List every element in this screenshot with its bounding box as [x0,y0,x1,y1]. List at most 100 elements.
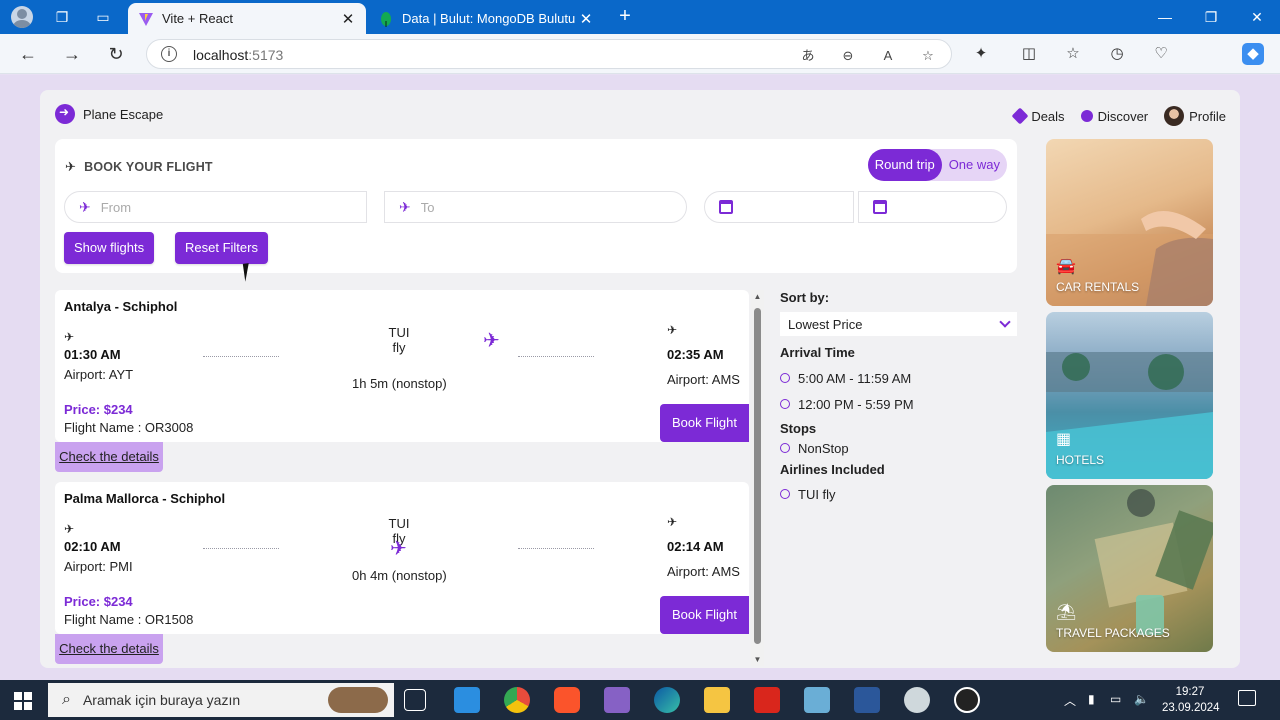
favorites-icon[interactable]: ☆ [1062,43,1084,65]
nav-deals[interactable]: Deals [1011,106,1065,126]
show-hidden-icons-icon[interactable]: ︿ [1064,692,1076,709]
zoom-out-icon[interactable]: ⊖ [839,47,857,65]
flight-list: Antalya - Schiphol ✈ 01:30 AM Airport: A… [55,290,764,666]
workspaces-icon[interactable]: ❐ [53,8,71,26]
mouse-cursor-icon [242,262,258,282]
history-icon[interactable]: ◷ [1106,43,1128,65]
arrival-option[interactable]: 5:00 AM - 11:59 AM [780,365,1017,391]
departure-icon: ✈ [64,330,75,344]
split-screen-icon[interactable]: ◫ [1018,43,1040,65]
tab-vite-react[interactable]: Vite + React ✕ [128,3,366,34]
file-explorer-icon[interactable] [704,687,730,713]
book-flight-button[interactable]: Book Flight [660,596,749,634]
scroll-down-icon[interactable]: ▼ [752,655,763,664]
departure-airport: Airport: PMI [64,559,133,574]
app-container: Plane Escape Deals Discover Profile ✈ BO… [40,90,1240,668]
read-aloud-icon[interactable]: A [879,47,897,65]
arrival-time-label: Arrival Time [780,345,855,360]
acrobat-icon[interactable] [754,687,780,713]
browser-tab-strip: ❐ ▭ Vite + React ✕ Data | Bulut: MongoDB… [0,0,1280,34]
scroll-up-icon[interactable]: ▲ [752,292,763,301]
plane-icon: ✈ [65,159,77,174]
radio-button[interactable] [780,443,790,453]
airline-option[interactable]: TUI fly [780,481,1017,507]
url-text: localhost:5173 [193,47,284,63]
radio-button[interactable] [780,373,790,383]
flight-list-scrollbar[interactable]: ▲ ▼ [751,290,764,666]
notifications-icon[interactable] [1238,690,1256,706]
to-placeholder: To [420,199,435,215]
round-trip-button[interactable]: Round trip [867,149,942,181]
travel-packages-tile[interactable]: ⛱ TRAVEL PACKAGES [1046,485,1213,652]
brave-icon[interactable] [554,687,580,713]
obs-icon[interactable] [954,687,980,713]
hotels-tile[interactable]: ▦ HOTELS [1046,312,1213,479]
tab-actions-icon[interactable]: ▭ [94,8,112,26]
browser-toolbar: ← → ↻ i localhost:5173 あ ⊖ A ☆ ✦ ◫ ☆ ◷ ♡… [0,34,1280,74]
copilot-icon[interactable]: ◆ [1242,43,1264,65]
visual-studio-icon[interactable] [604,687,630,713]
favorite-star-icon[interactable]: ☆ [919,47,937,65]
car-rentals-tile[interactable]: 🚘 CAR RENTALS [1046,139,1213,306]
tab-mongodb[interactable]: Data | Bulut: MongoDB Bulutu ✕ [368,3,604,34]
extensions-icon[interactable]: ✦ [970,43,992,65]
arrival-airport: Airport: AMS [667,372,740,387]
task-view-icon[interactable] [404,689,426,711]
book-flight-button[interactable]: Book Flight [660,404,749,442]
forward-icon[interactable]: → [60,42,84,66]
filters-sidebar: Sort by: Lowest Price Arrival Time 5:00 … [780,290,1017,507]
nav-discover[interactable]: Discover [1080,106,1148,126]
word-icon[interactable] [854,687,880,713]
taskbar-clock[interactable]: 19:27 23.09.2024 [1162,684,1220,716]
nav-profile[interactable]: Profile [1164,106,1226,126]
site-info-icon[interactable]: i [161,46,177,62]
new-tab-button[interactable]: + [614,6,636,28]
brand[interactable]: Plane Escape [55,104,163,124]
check-details-link[interactable]: Check the details [55,634,163,664]
radio-button[interactable] [780,489,790,499]
scrollbar-thumb[interactable] [754,308,761,644]
refresh-icon[interactable]: ↻ [104,42,128,66]
chrome-icon[interactable] [504,687,530,713]
close-window-icon[interactable]: ✕ [1242,6,1272,28]
sort-select[interactable]: Lowest Price [780,312,1017,336]
flight-duration: 1h 5m (nonstop) [352,376,447,391]
notepad-icon[interactable] [804,687,830,713]
edge-icon[interactable] [654,687,680,713]
booking-title-text: BOOK YOUR FLIGHT [84,160,213,174]
hotels-label: HOTELS [1056,453,1105,467]
back-icon[interactable]: ← [16,42,40,66]
departure-airport: Airport: AYT [64,367,134,382]
usb-icon[interactable]: ▮ [1088,692,1095,706]
check-details-link[interactable]: Check the details [55,442,163,472]
windows-start-icon[interactable] [14,692,32,710]
to-input[interactable]: ✈ To [384,191,687,223]
one-way-button[interactable]: One way [942,149,1007,181]
reset-filters-button[interactable]: Reset Filters [175,232,268,264]
address-bar[interactable]: i localhost:5173 あ ⊖ A ☆ [146,39,952,69]
translate-icon[interactable]: あ [799,47,817,65]
close-tab-icon[interactable]: ✕ [578,10,594,28]
battery-icon[interactable]: ▭ [1110,692,1121,706]
minimize-icon[interactable]: — [1150,6,1180,28]
volume-icon[interactable]: 🔈 [1134,692,1149,706]
show-flights-button[interactable]: Show flights [64,232,155,264]
flight-route: Antalya - Schiphol [64,299,178,314]
arrival-option[interactable]: 12:00 PM - 5:59 PM [780,391,1017,417]
route-line [518,548,594,549]
from-input[interactable]: ✈ From [64,191,367,223]
close-tab-icon[interactable]: ✕ [340,10,356,28]
radio-button[interactable] [780,399,790,409]
return-date-input[interactable] [858,191,1007,223]
network-app-icon[interactable] [904,687,930,713]
tag-icon [1011,107,1029,125]
vscode-icon[interactable] [454,687,480,713]
browser-profile-icon[interactable] [11,6,33,28]
browser-essentials-icon[interactable]: ♡ [1150,43,1172,65]
restore-icon[interactable]: ❐ [1196,6,1226,28]
travel-packages-label: TRAVEL PACKAGES [1056,626,1170,640]
departure-date-input[interactable] [704,191,854,223]
stops-option[interactable]: NonStop [780,436,1017,460]
taskbar-search[interactable]: ⌕ Aramak için buraya yazın [48,683,394,717]
clock-time: 19:27 [1175,686,1205,698]
